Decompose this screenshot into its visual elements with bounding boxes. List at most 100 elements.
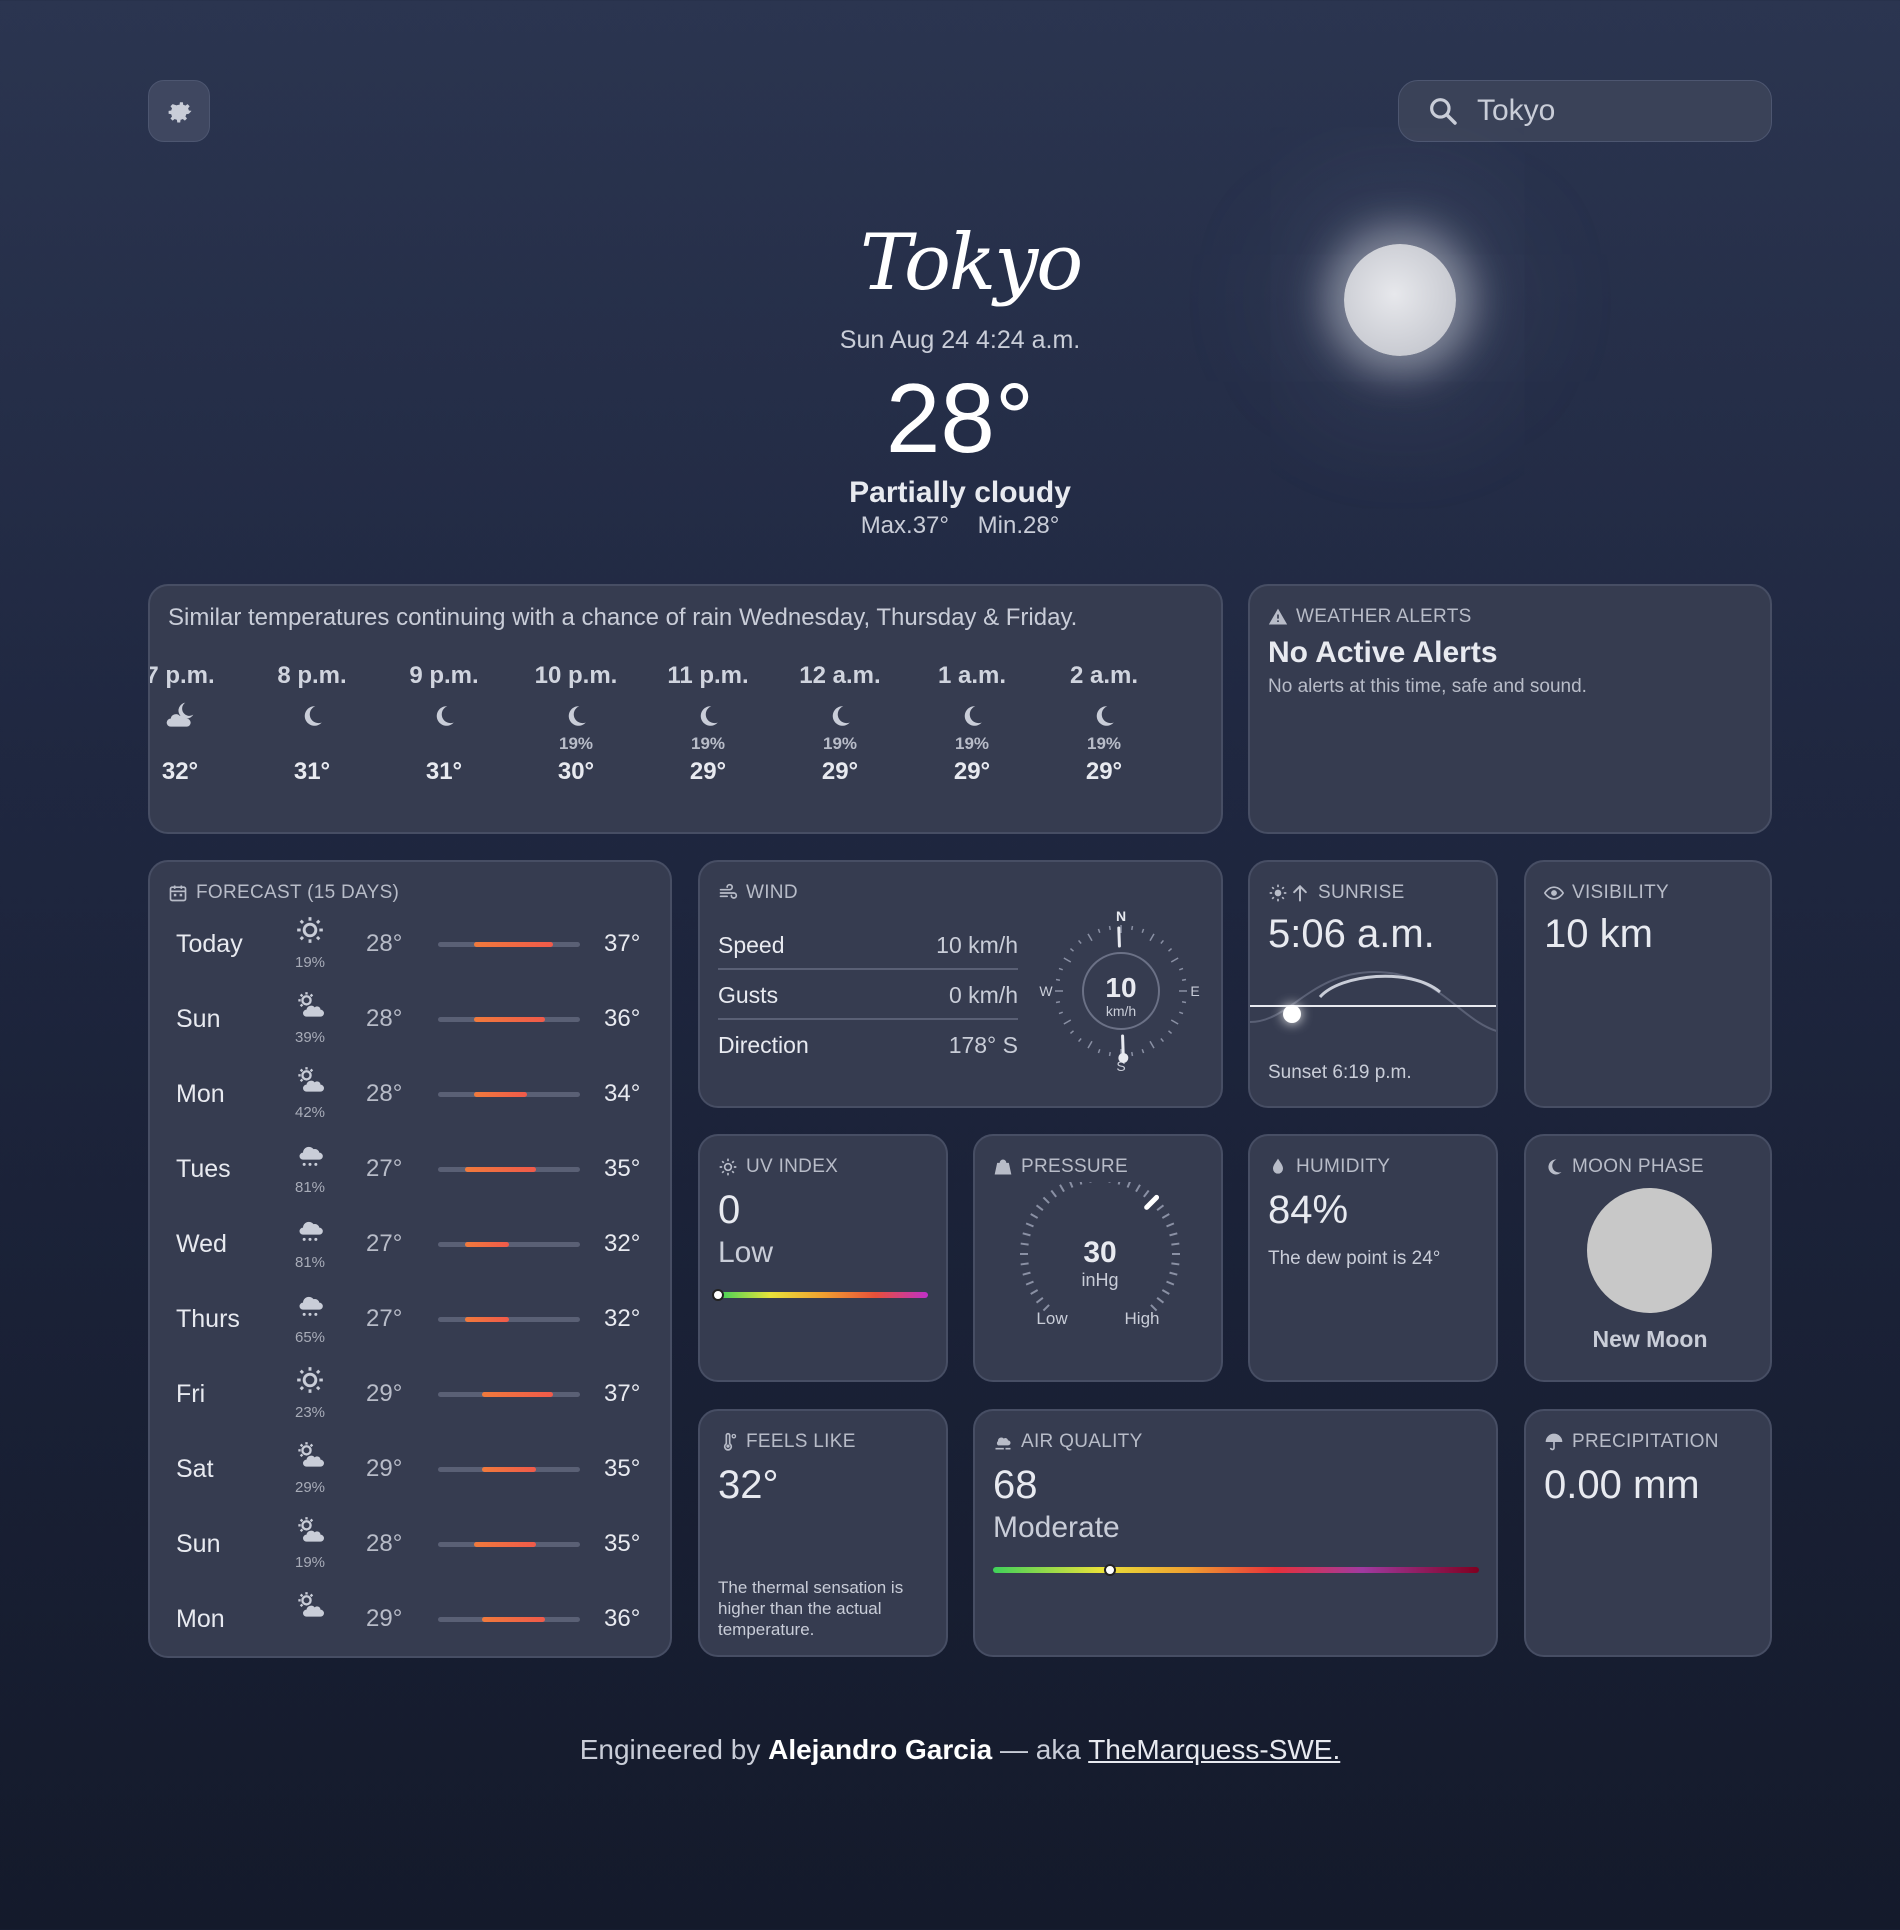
pressure-card: PRESSURE 30 inHg Low High [973,1134,1223,1382]
sun-cloud-icon [298,1592,324,1617]
rain-icon [299,1146,323,1166]
precipitation-title: PRECIPITATION [1544,1431,1719,1453]
arrow-up-icon [1293,884,1307,902]
hourly-time: 8 p.m. [277,662,347,689]
forecast-icon-wrap [294,1291,326,1324]
sun-cloud-icon [298,1067,324,1092]
feels-like-value: 32° [718,1463,779,1507]
smog-icon [995,1437,1011,1450]
forecast-icon-wrap [294,1366,326,1399]
forecast-precip: 81% [294,1254,326,1271]
hourly-forecast-card: Similar temperatures continuing with a c… [148,584,1223,834]
forecast-low: 29° [366,1380,403,1407]
sun-icon [297,917,323,943]
hourly-temp: 30° [557,758,595,785]
search-input[interactable] [1477,94,1737,128]
moon-phase-image [1587,1188,1712,1313]
sun-cloud-icon [298,992,324,1017]
dew-point-text: The dew point is 24° [1268,1248,1441,1269]
forecast-range-bar [438,1542,580,1547]
forecast-range-fill [482,1392,554,1397]
hourly-temp: 31° [293,758,331,785]
hourly-icon-wrap [150,698,230,734]
compass-unit: km/h [1106,1003,1136,1019]
sun-outline-icon [719,1158,737,1176]
air-quality-level: Moderate [993,1511,1120,1544]
humidity-title-label: HUMIDITY [1296,1156,1391,1177]
weight-icon [994,1159,1012,1175]
wind-direction-value: 178° S [948,1032,1018,1058]
humidity-card: HUMIDITY 84% The dew point is 24° [1248,1134,1498,1382]
hourly-item: 12 a.m. 19% 29° [790,662,890,786]
forecast-day: Fri [176,1380,206,1408]
footer-mid: — aka [999,1734,1081,1765]
pressure-value: 30 [1083,1236,1116,1269]
hourly-precip [262,734,362,754]
hourly-precip: 19% [690,734,726,753]
search-bar[interactable] [1398,80,1772,142]
wind-gusts-label: Gusts [718,982,779,1008]
air-quality-title: AIR QUALITY [993,1431,1143,1453]
wind-icon [719,883,738,899]
forecast-high: 32° [604,1305,641,1332]
forecast-row: Sat 29% 29° 35° [176,1441,640,1517]
forecast-range-bar [438,1617,580,1622]
forecast-low: 29° [366,1605,403,1632]
forecast-range-fill [473,1017,545,1022]
alerts-heading: No Active Alerts [1268,636,1498,669]
moon-icon [832,706,850,726]
forecast-row: Sun 19% 28° 35° [176,1516,640,1592]
hourly-item: 2 a.m. 19% 29° [1054,662,1154,786]
uv-scale-bar [712,1289,928,1301]
sunset-time: Sunset 6:19 p.m. [1268,1062,1412,1083]
forecast-range-bar [438,942,580,947]
wind-speed-value: 10 km/h [936,932,1018,958]
compass-w: W [1039,983,1053,999]
feels-like-text: The thermal sensation is higher than the… [718,1578,904,1639]
hourly-temp: 29° [953,758,991,785]
footer-link[interactable]: TheMarquess-SWE. [1088,1734,1340,1765]
forecast-low: 28° [366,1080,403,1107]
moon-image [1344,244,1456,356]
forecast-icon-wrap [294,1591,326,1624]
rain-icon [299,1221,323,1241]
forecast-row: Thurs 65% 27° 32° [176,1291,640,1367]
forecast-row: Wed 81% 27° 32° [176,1216,640,1292]
city-name: Tokyo [860,218,1083,308]
forecast-low: 28° [366,1005,403,1032]
wind-card: WIND Speed 10 km/h Gusts 0 km/h Directio… [698,860,1223,1108]
uv-index-card: UV INDEX 0 Low [698,1134,948,1382]
forecast-range-fill [464,1317,509,1322]
max-temperature: Max.37° [860,512,949,539]
forecast-row: Fri 23% 29° 37° [176,1366,640,1442]
pressure-high-label: High [1125,1309,1160,1328]
settings-button[interactable] [148,80,210,142]
visibility-card: VISIBILITY 10 km [1524,860,1772,1108]
moon-phase-title: MOON PHASE [1544,1156,1704,1178]
hourly-list[interactable]: 7 p.m. 32° 8 p.m. 31° 9 p.m. 31° 10 p.m. 19% 30°… [150,662,1221,792]
sunrise-card: SUNRISE 5:06 a.m. Sunset 6:19 p.m. [1248,860,1498,1108]
current-temperature: 28° [885,363,1035,473]
forecast-row: Today 19% 28° 37° [176,916,640,992]
hourly-icon-wrap [394,698,494,734]
hourly-precip: 19% [954,734,990,753]
alerts-title: WEATHER ALERTS [1268,606,1472,628]
forecast-range-bar [438,1017,580,1022]
wind-direction-row: Direction 178° S [718,1020,1018,1070]
hourly-time: 7 p.m. [148,662,215,689]
forecast-low: 27° [366,1305,403,1332]
air-quality-marker [1103,1564,1116,1576]
visibility-value: 10 km [1544,912,1653,956]
hourly-temp: 29° [1085,758,1123,785]
forecast-icon-wrap [294,1216,326,1249]
forecast-range-bar [438,1167,580,1172]
sun-icon [297,1367,323,1393]
current-condition: Partially cloudy [849,476,1071,509]
moon-cloud-icon [166,702,194,727]
forecast-range-fill [482,1617,545,1622]
wind-gusts-row: Gusts 0 km/h [718,970,1018,1020]
uv-value: 0 [718,1188,741,1232]
forecast-day: Tues [176,1155,231,1183]
forecast-day: Thurs [176,1305,240,1333]
sunrise-title-label: SUNRISE [1318,882,1405,903]
